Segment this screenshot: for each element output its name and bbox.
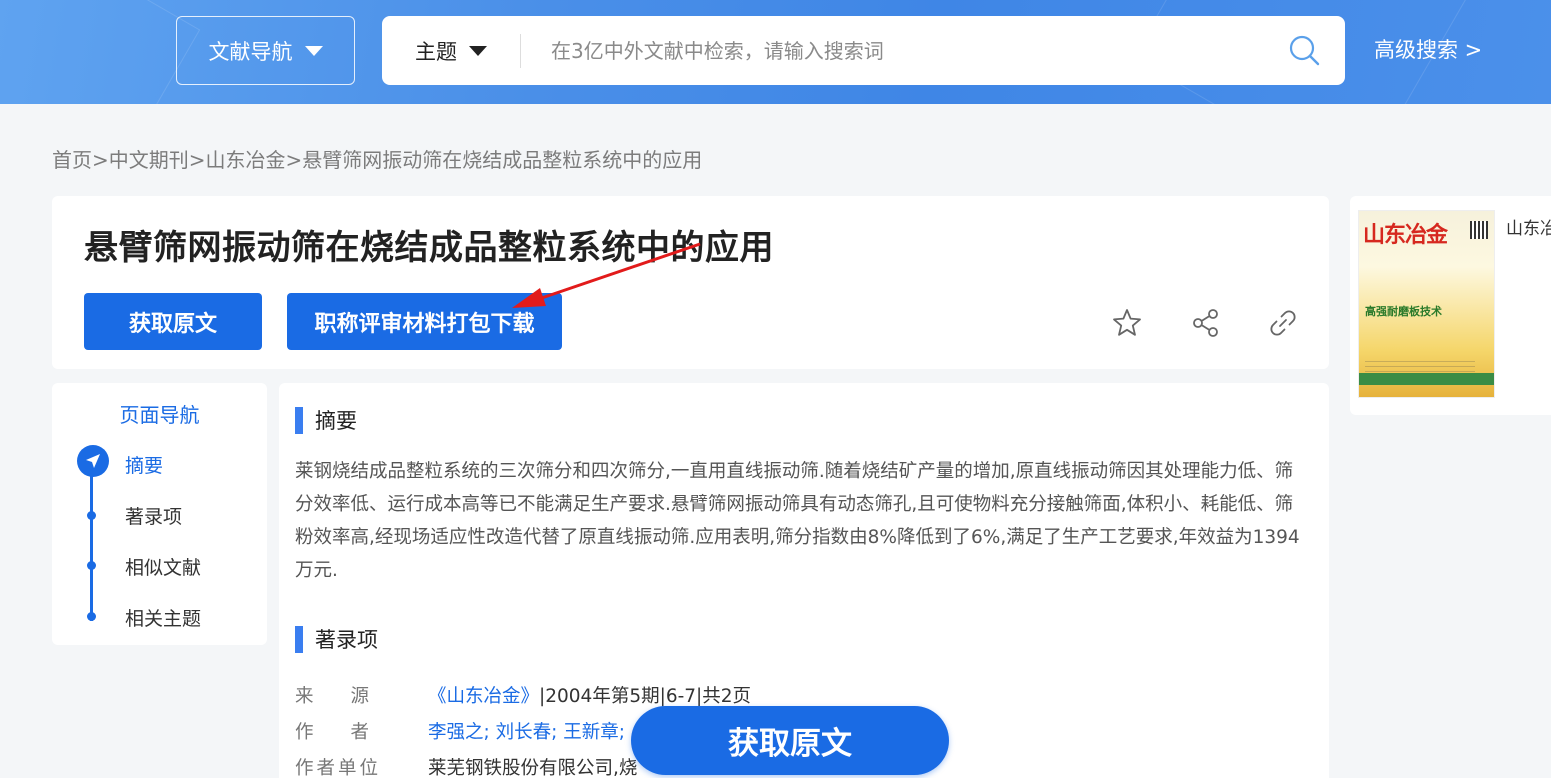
author-links[interactable]: 李强之; 刘长春; 王新章; [428, 718, 625, 744]
header-decoration [0, 0, 201, 104]
search-box: 主题 [382, 16, 1345, 85]
nav-timeline [90, 461, 93, 621]
journal-cover-image[interactable]: 山东冶金 高强耐磨板技术 [1358, 210, 1495, 398]
journal-card[interactable]: 山东冶金 高强耐磨板技术 山东冶 [1350, 196, 1551, 415]
affiliation-label: 作者单位 [295, 758, 382, 778]
source-detail: |2004年第5期|6-7|共2页 [539, 686, 752, 707]
page-nav-title: 页面导航 [119, 403, 200, 427]
journal-cover-title: 山东冶金 [1363, 222, 1448, 248]
floating-get-fulltext-button[interactable]: 获取原文 [631, 706, 949, 775]
search-icon[interactable] [1265, 16, 1345, 85]
page-navigation: 页面导航 摘要 著录项 相似文献 相关主题 [52, 383, 267, 645]
meta-row-source: 来 源 《山东冶金》 |2004年第5期|6-7|共2页 [295, 682, 751, 708]
meta-row-authors: 作 者 李强之; 刘长春; 王新章; [295, 718, 625, 744]
package-download-button[interactable]: 职称评审材料打包下载 [287, 293, 562, 350]
nav-dot [87, 612, 96, 621]
abstract-heading-text: 摘要 [315, 409, 357, 433]
nav-dot [87, 561, 96, 570]
page-nav-item-topics[interactable]: 相关主题 [125, 604, 201, 631]
page-nav-item-abstract[interactable]: 摘要 [125, 451, 163, 478]
caret-down-icon [469, 45, 487, 56]
link-icon[interactable] [1266, 306, 1300, 340]
top-header: 文献导航 主题 高级搜索 > [0, 0, 1551, 104]
navigation-arrow-icon [77, 445, 109, 477]
meta-row-affiliation: 作者单位 莱芜钢铁股份有限公司,烧 [295, 754, 637, 778]
cover-decoration [1359, 373, 1494, 385]
bibliography-heading: 著录项 [295, 624, 378, 654]
author-label: 作 者 [295, 722, 370, 743]
breadcrumb-journal[interactable]: 山东冶金 [206, 144, 286, 173]
section-bar [295, 406, 303, 434]
breadcrumb-home[interactable]: 首页> [52, 144, 109, 173]
search-scope-label: 主题 [415, 39, 457, 64]
caret-down-icon [304, 45, 323, 56]
page-nav-item-similar[interactable]: 相似文献 [125, 553, 201, 580]
literature-nav-label: 文献导航 [208, 39, 293, 64]
nav-dot [87, 511, 96, 520]
page-nav-item-bibliography[interactable]: 著录项 [125, 502, 182, 529]
article-title: 悬臂筛网振动筛在烧结成品整粒系统中的应用 [84, 228, 774, 268]
bibliography-heading-text: 著录项 [315, 628, 378, 652]
journal-cover-subtitle: 高强耐磨板技术 [1365, 305, 1442, 318]
source-journal-link[interactable]: 《山东冶金》 [428, 682, 539, 708]
get-fulltext-button[interactable]: 获取原文 [84, 293, 262, 350]
abstract-text: 莱钢烧结成品整粒系统的三次筛分和四次筛分,一直用直线振动筛.随着烧结矿产量的增加… [295, 461, 1300, 581]
journal-name[interactable]: 山东冶 [1506, 214, 1551, 239]
advanced-search-link[interactable]: 高级搜索 > [1374, 34, 1482, 64]
article-title-card: 悬臂筛网振动筛在烧结成品整粒系统中的应用 获取原文 职称评审材料打包下载 [52, 196, 1329, 369]
source-label: 来 源 [295, 686, 370, 707]
breadcrumb: 首页> 中文期刊> 山东冶金 >悬臂筛网振动筛在烧结成品整粒系统中的应用 [52, 144, 702, 173]
affiliation-text: 莱芜钢铁股份有限公司,烧 [428, 758, 638, 778]
search-input[interactable] [521, 16, 1265, 85]
abstract-heading: 摘要 [295, 405, 357, 435]
literature-nav-button[interactable]: 文献导航 [176, 16, 355, 85]
breadcrumb-current: >悬臂筛网振动筛在烧结成品整粒系统中的应用 [285, 148, 703, 172]
search-scope-dropdown[interactable]: 主题 [382, 16, 520, 85]
star-icon[interactable] [1110, 306, 1144, 340]
share-icon[interactable] [1189, 306, 1223, 340]
breadcrumb-chinese-journals[interactable]: 中文期刊> [109, 144, 206, 173]
qr-code-icon [1470, 221, 1488, 239]
section-bar [295, 625, 303, 653]
